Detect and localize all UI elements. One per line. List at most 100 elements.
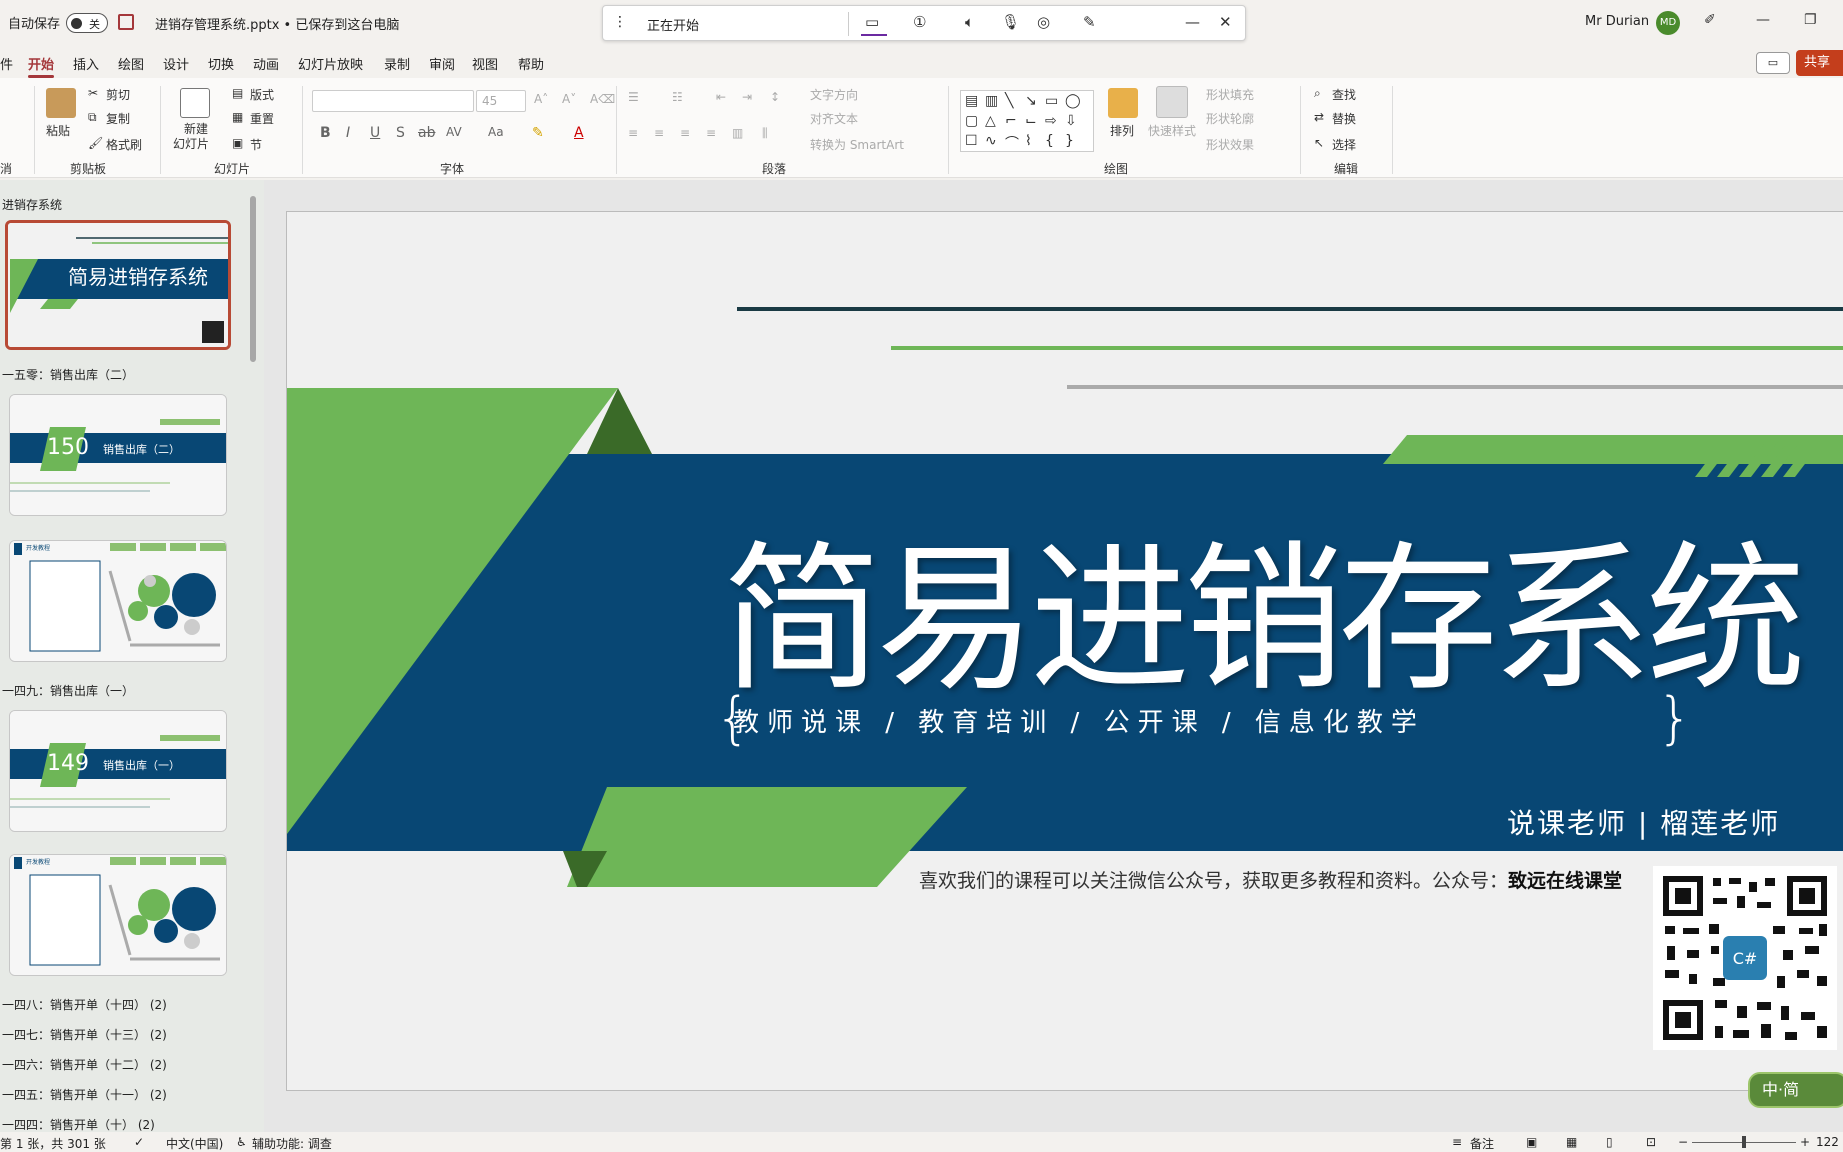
- change-case-button[interactable]: Aa: [488, 125, 504, 139]
- section-header[interactable]: 一四四：销售开单（十） (2): [2, 1116, 155, 1133]
- slide-thumbnail-5[interactable]: 开发教程: [9, 854, 227, 976]
- font-size-combo[interactable]: 45: [476, 90, 526, 112]
- spellcheck-icon[interactable]: ✓︎: [134, 1135, 144, 1149]
- clear-format-icon[interactable]: A⌫: [590, 92, 615, 106]
- minimize-icon[interactable]: —: [1756, 12, 1770, 28]
- columns-icon[interactable]: ⫼: [762, 126, 768, 141]
- strikethrough-button[interactable]: ab: [418, 125, 435, 141]
- char-spacing-button[interactable]: AV: [446, 125, 462, 139]
- restore-icon[interactable]: ❐: [1804, 12, 1817, 28]
- decrease-indent-icon[interactable]: ⇤: [716, 90, 726, 104]
- font-name-combo[interactable]: [312, 90, 474, 112]
- tab-home[interactable]: 开始: [28, 54, 55, 78]
- teacher-line[interactable]: 说课老师 | 榴莲老师: [1507, 802, 1780, 842]
- layout-icon[interactable]: ▤: [232, 86, 243, 100]
- slide-thumbnail-4[interactable]: 149 销售出库（一）: [9, 710, 227, 832]
- zoom-in-icon[interactable]: +: [1800, 1135, 1810, 1149]
- slide-number-icon[interactable]: ①: [913, 13, 926, 31]
- close-bar-icon[interactable]: ✕: [1219, 13, 1232, 31]
- replace-button[interactable]: 替换: [1332, 110, 1356, 127]
- align-left-icon[interactable]: ≡: [628, 126, 638, 140]
- paste-icon[interactable]: [46, 88, 76, 118]
- slideshow-icon[interactable]: ⊡: [1646, 1135, 1656, 1149]
- arrange-icon[interactable]: [1108, 88, 1138, 118]
- slide-subtitle[interactable]: 教师说课 / 教育培训 / 公开课 / 信息化教学: [733, 702, 1425, 739]
- shape-fill-button[interactable]: 形状填充: [1206, 86, 1254, 103]
- pen-icon[interactable]: ✎: [1083, 13, 1096, 31]
- copy-icon[interactable]: ⧉: [88, 110, 97, 125]
- tab-draw[interactable]: 绘图: [118, 54, 144, 73]
- freeform-icon[interactable]: ☐: [965, 133, 978, 149]
- arc-icon[interactable]: ⌒: [1005, 133, 1019, 153]
- tab-transitions[interactable]: 切换: [208, 54, 234, 73]
- line-shape-icon[interactable]: ╲: [1005, 93, 1013, 109]
- tab-slideshow[interactable]: 幻灯片放映: [298, 54, 363, 73]
- slide-canvas[interactable]: 简易进销存系统 { 教师说课 / 教育培训 / 公开课 / 信息化教学 } 说课…: [286, 211, 1843, 1091]
- find-button[interactable]: 查找: [1332, 86, 1356, 103]
- copy-button[interactable]: 复制: [106, 110, 130, 127]
- textbox-shape-icon[interactable]: ▤: [965, 93, 978, 109]
- reset-button[interactable]: 重置: [250, 110, 274, 127]
- align-right-icon[interactable]: ≡: [680, 126, 690, 140]
- layout-button[interactable]: 版式: [250, 86, 274, 103]
- slide-thumbnail-3[interactable]: 开发教程: [9, 540, 227, 662]
- more-icon[interactable]: ⋮: [613, 14, 627, 30]
- font-color-icon[interactable]: A: [574, 125, 584, 141]
- select-button[interactable]: 选择: [1332, 136, 1356, 153]
- tab-file[interactable]: 件: [0, 54, 13, 73]
- highlight-icon[interactable]: ✎: [532, 125, 544, 141]
- section-header[interactable]: 一四七：销售开单（十三） (2): [2, 1026, 167, 1043]
- accessibility-status[interactable]: 辅助功能: 调查: [252, 1135, 332, 1152]
- tab-review[interactable]: 审阅: [429, 54, 455, 73]
- document-title[interactable]: 进销存管理系统.pptx • 已保存到这台电脑: [155, 14, 399, 33]
- save-icon[interactable]: [118, 14, 134, 30]
- section-header[interactable]: 一四八：销售开单（十四） (2): [2, 996, 167, 1013]
- tab-design[interactable]: 设计: [163, 54, 189, 73]
- autosave-toggle[interactable]: 关: [66, 13, 108, 33]
- tab-record[interactable]: 录制: [384, 54, 410, 73]
- section-icon[interactable]: ▣: [232, 136, 243, 150]
- align-text-button[interactable]: 对齐文本: [810, 110, 858, 127]
- shapes-gallery[interactable]: ▤ ▥ ╲ ↘ ▭ ◯ ▢ △ ⌐ ⌙ ⇨ ⇩ ☐ ∿ ⌒ ⌇ { }: [960, 90, 1094, 152]
- present-screen-icon[interactable]: ▭: [865, 13, 879, 31]
- cut-icon[interactable]: ✂: [88, 86, 98, 100]
- arrow-line-icon[interactable]: ↘: [1025, 93, 1037, 109]
- rectangle-shape-icon[interactable]: ▭: [1045, 93, 1058, 109]
- format-painter-icon[interactable]: 🖌︎: [88, 136, 103, 150]
- avatar[interactable]: MD: [1656, 11, 1680, 35]
- align-center-icon[interactable]: ≡: [654, 126, 664, 140]
- section-header[interactable]: 一四九：销售出库（一）: [2, 682, 134, 699]
- language-status[interactable]: 中文(中国): [166, 1135, 223, 1152]
- new-slide-icon[interactable]: [180, 88, 210, 118]
- accessibility-icon[interactable]: ♿︎: [236, 1135, 247, 1149]
- italic-button[interactable]: I: [346, 125, 350, 141]
- minimize-bar-icon[interactable]: —: [1185, 13, 1200, 31]
- notes-icon[interactable]: ≡: [1452, 1135, 1462, 1149]
- left-brace-icon[interactable]: {: [1045, 133, 1054, 149]
- reading-view-icon[interactable]: ▯: [1606, 1135, 1613, 1149]
- pen-settings-icon[interactable]: ✐: [1704, 12, 1716, 28]
- replace-icon[interactable]: ⇄: [1314, 110, 1324, 124]
- section-header[interactable]: 一四六：销售开单（十二） (2): [2, 1056, 167, 1073]
- text-direction-button[interactable]: 文字方向: [810, 86, 858, 103]
- microphone-icon[interactable]: 🎙︎: [1001, 13, 1020, 31]
- shadow-button[interactable]: S: [396, 125, 405, 141]
- command-bar[interactable]: ⋮ 正在开始 ▭ ① 🔈︎ 🎙︎ ◎ ✎ — ✕: [602, 5, 1246, 41]
- scrollbar-thumb[interactable]: [250, 196, 256, 362]
- zoom-level[interactable]: 122: [1816, 1135, 1839, 1149]
- user-name[interactable]: Mr Durian: [1585, 14, 1649, 29]
- oval-shape-icon[interactable]: ◯: [1065, 93, 1081, 109]
- paste-button[interactable]: 粘贴: [46, 122, 70, 139]
- slide-title[interactable]: 简易进销存系统: [722, 490, 1806, 722]
- increase-indent-icon[interactable]: ⇥: [742, 90, 752, 104]
- share-button[interactable]: 共享: [1796, 50, 1843, 76]
- grow-font-icon[interactable]: A˄: [534, 92, 548, 106]
- section-header[interactable]: 一五零：销售出库（二）: [2, 366, 134, 383]
- shape-effects-button[interactable]: 形状效果: [1206, 136, 1254, 153]
- curve-icon[interactable]: ∿: [985, 133, 997, 149]
- distributed-icon[interactable]: ▥: [732, 126, 743, 140]
- new-slide-button-line2[interactable]: 幻灯片: [173, 135, 209, 152]
- reset-icon[interactable]: ▦: [232, 110, 243, 124]
- shrink-font-icon[interactable]: A˅: [562, 92, 576, 106]
- speaker-icon[interactable]: 🔈︎: [965, 13, 974, 31]
